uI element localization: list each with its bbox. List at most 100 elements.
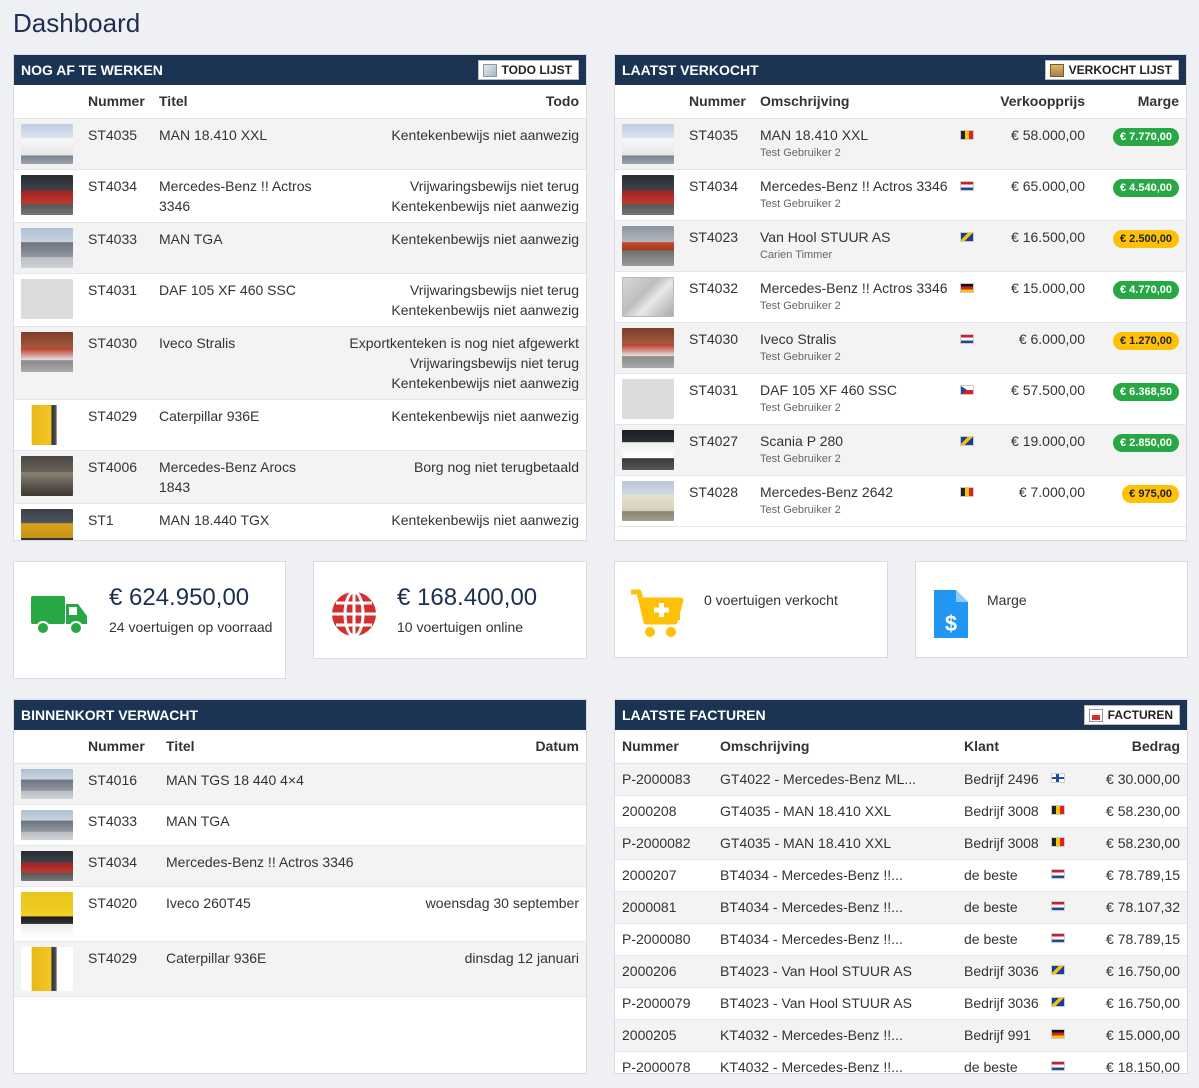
table-row[interactable]: P-2000083 GT4022 - Mercedes-Benz ML... Bed… [615, 763, 1187, 796]
todo-item: Kentekenbewijs niet aanwezig [391, 511, 579, 528]
globe-icon [332, 590, 376, 638]
sold-table: Nummer Omschrijving Verkoopprijs Marge S… [615, 85, 1186, 527]
invoices-button[interactable]: FACTUREN [1083, 705, 1180, 725]
table-row[interactable]: ST1 MAN 18.440 TGX Kentekenbewijs niet aan… [14, 503, 586, 540]
cart-plus-icon [631, 589, 684, 637]
col-nummer: Nummer [81, 730, 159, 764]
omschrijving-text: Van Hool STUUR AS [760, 228, 891, 245]
marge-badge: € 4.770,00 [1113, 280, 1179, 299]
vehicle-thumbnail[interactable] [622, 123, 674, 164]
flag-cell [958, 118, 982, 170]
vehicle-thumbnail[interactable] [622, 174, 674, 215]
svg-text:$: $ [945, 611, 957, 636]
vehicle-thumbnail[interactable] [21, 227, 73, 268]
bedrag-cell: € 16.750,00 [1073, 955, 1187, 988]
marge-label: Marge [987, 592, 1027, 608]
invoices-table: Nummer Omschrijving Klant Bedrag P-20000… [615, 730, 1187, 1073]
expected-panel-header: BINNENKORT VERWACHT [14, 700, 586, 730]
todo-list-button[interactable]: TODO LIJST [477, 60, 579, 80]
vehicle-thumbnail[interactable] [21, 508, 73, 540]
omschrijving-cell: Mercedes-Benz !! Actros 3346 Test Gebruik… [753, 169, 958, 221]
vehicle-thumbnail[interactable] [622, 276, 674, 317]
table-row[interactable]: P-2000078 KT4032 - Mercedes-Benz !!... de … [615, 1051, 1187, 1073]
vehicle-thumbnail[interactable] [21, 946, 73, 991]
table-row[interactable]: 2000206 BT4023 - Van Hool STUUR AS Bedrijf… [615, 955, 1187, 988]
table-row[interactable]: 2000208 GT4035 - MAN 18.410 XXL Bedrijf 30… [615, 795, 1187, 828]
table-row[interactable]: ST4035 MAN 18.410 XXL Test Gebruiker 2 € 58… [615, 118, 1186, 170]
table-row[interactable]: P-2000082 GT4035 - MAN 18.410 XXL Bedrijf … [615, 827, 1187, 860]
table-row[interactable]: 2000207 BT4034 - Mercedes-Benz !!... de be… [615, 859, 1187, 892]
table-row[interactable]: 2000205 KT4032 - Mercedes-Benz !!... Bedri… [615, 1019, 1187, 1052]
country-flag-icon [1051, 868, 1065, 879]
sold-list-button[interactable]: VERKOCHT LIJST [1044, 60, 1179, 80]
nummer-cell: ST4016 [81, 763, 159, 805]
vehicle-thumbnail[interactable] [21, 278, 73, 319]
bedrag-cell: € 16.750,00 [1073, 987, 1187, 1020]
titel-cell: MAN 18.440 TGX [152, 503, 332, 540]
vehicle-thumbnail[interactable] [622, 429, 674, 470]
table-row[interactable]: ST4032 Mercedes-Benz !! Actros 3346 Test G… [615, 271, 1186, 323]
nummer-cell: P-2000082 [615, 827, 713, 860]
bedrag-cell: € 78.107,32 [1073, 891, 1187, 924]
table-row[interactable]: ST4033 MAN TGA [14, 804, 586, 846]
nummer-cell: ST4035 [682, 118, 753, 170]
seller-name: Test Gebruiker 2 [760, 503, 841, 516]
datum-cell [392, 845, 586, 887]
vehicle-thumbnail[interactable] [21, 809, 73, 840]
klant-cell: de beste [957, 1051, 1049, 1073]
table-row[interactable]: ST4031 DAF 105 XF 460 SSC Test Gebruiker 2… [615, 373, 1186, 425]
vehicle-thumbnail[interactable] [622, 378, 674, 419]
table-row[interactable]: P-2000080 BT4034 - Mercedes-Benz !!... de … [615, 923, 1187, 956]
thumbnail-cell [14, 326, 81, 400]
vehicle-thumbnail[interactable] [622, 225, 674, 266]
table-row[interactable]: ST4035 MAN 18.410 XXL Kentekenbewijs niet … [14, 118, 586, 170]
datum-cell [392, 804, 586, 846]
vehicle-thumbnail[interactable] [21, 891, 73, 936]
omschrijving-cell: DAF 105 XF 460 SSC Test Gebruiker 2 [753, 373, 958, 425]
vehicle-thumbnail[interactable] [622, 480, 674, 521]
omschrijving-text: MAN 18.410 XXL [760, 126, 869, 143]
table-row[interactable]: ST4023 Van Hool STUUR AS Carien Timmer € 16… [615, 220, 1186, 272]
table-row[interactable]: ST4029 Caterpillar 936E dinsdag 12 januari [14, 941, 586, 997]
vehicle-thumbnail[interactable] [21, 174, 73, 215]
titel-cell: Iveco 260T45 [159, 886, 393, 942]
table-row[interactable]: ST4031 DAF 105 XF 460 SSC Vrijwaringsbewij… [14, 273, 586, 327]
flag-cell [1049, 795, 1073, 828]
flag-cell [1049, 1019, 1073, 1052]
table-row[interactable]: ST4006 Mercedes-Benz Arocs 1843 Borg nog n… [14, 450, 586, 504]
vehicle-thumbnail[interactable] [21, 768, 73, 799]
vehicle-thumbnail[interactable] [21, 455, 73, 496]
table-row[interactable]: ST4016 MAN TGS 18 440 4×4 [14, 763, 586, 805]
table-row[interactable]: ST4030 Iveco Stralis Test Gebruiker 2 € 6.0… [615, 322, 1186, 374]
omschrijving-cell: BT4023 - Van Hool STUUR AS [713, 987, 957, 1020]
nummer-cell: ST4033 [81, 222, 152, 274]
marge-badge: € 2.500,00 [1113, 229, 1179, 248]
vehicle-thumbnail[interactable] [21, 123, 73, 164]
country-flag-icon [1051, 1028, 1065, 1039]
vehicle-thumbnail[interactable] [21, 404, 73, 445]
stock-value: € 624.950,00 [109, 584, 250, 611]
table-row[interactable]: ST4029 Caterpillar 936E Kentekenbewijs nie… [14, 399, 586, 451]
vehicle-thumbnail[interactable] [622, 327, 674, 368]
vehicle-thumbnail[interactable] [21, 331, 73, 372]
country-flag-icon [960, 333, 974, 344]
table-row[interactable]: ST4030 Iveco Stralis Exportkenteken is nog… [14, 326, 586, 400]
table-row[interactable]: ST4020 Iveco 260T45 woensdag 30 september [14, 886, 586, 942]
table-row[interactable]: ST4034 Mercedes-Benz !! Actros 3346 Test G… [615, 169, 1186, 221]
vehicle-thumbnail[interactable] [21, 850, 73, 881]
stock-label: 24 voertuigen op voorraad [109, 619, 273, 635]
todo-panel: NOG AF TE WERKEN TODO LIJST Nummer Titel… [13, 54, 587, 541]
table-row[interactable]: ST4027 Scania P 280 Test Gebruiker 2 € 19.0… [615, 424, 1186, 476]
seller-name: Test Gebruiker 2 [760, 401, 841, 414]
nummer-cell: 2000206 [615, 955, 713, 988]
omschrijving-text: Mercedes-Benz !! Actros 3346 [760, 177, 948, 194]
table-row[interactable]: ST4034 Mercedes-Benz !! Actros 3346 [14, 845, 586, 887]
table-row[interactable]: ST4034 Mercedes-Benz !! Actros 3346 Vrijwa… [14, 169, 586, 223]
table-row[interactable]: ST4033 MAN TGA Kentekenbewijs niet aanwezi… [14, 222, 586, 274]
marge-badge: € 2.850,00 [1113, 433, 1179, 452]
table-row[interactable]: ST4028 Mercedes-Benz 2642 Test Gebruiker 2… [615, 475, 1186, 527]
flag-cell [958, 271, 982, 323]
table-row[interactable]: P-2000079 BT4023 - Van Hool STUUR AS Bedri… [615, 987, 1187, 1020]
bedrag-cell: € 18.150,00 [1073, 1051, 1187, 1073]
table-row[interactable]: 2000081 BT4034 - Mercedes-Benz !!... de be… [615, 891, 1187, 924]
